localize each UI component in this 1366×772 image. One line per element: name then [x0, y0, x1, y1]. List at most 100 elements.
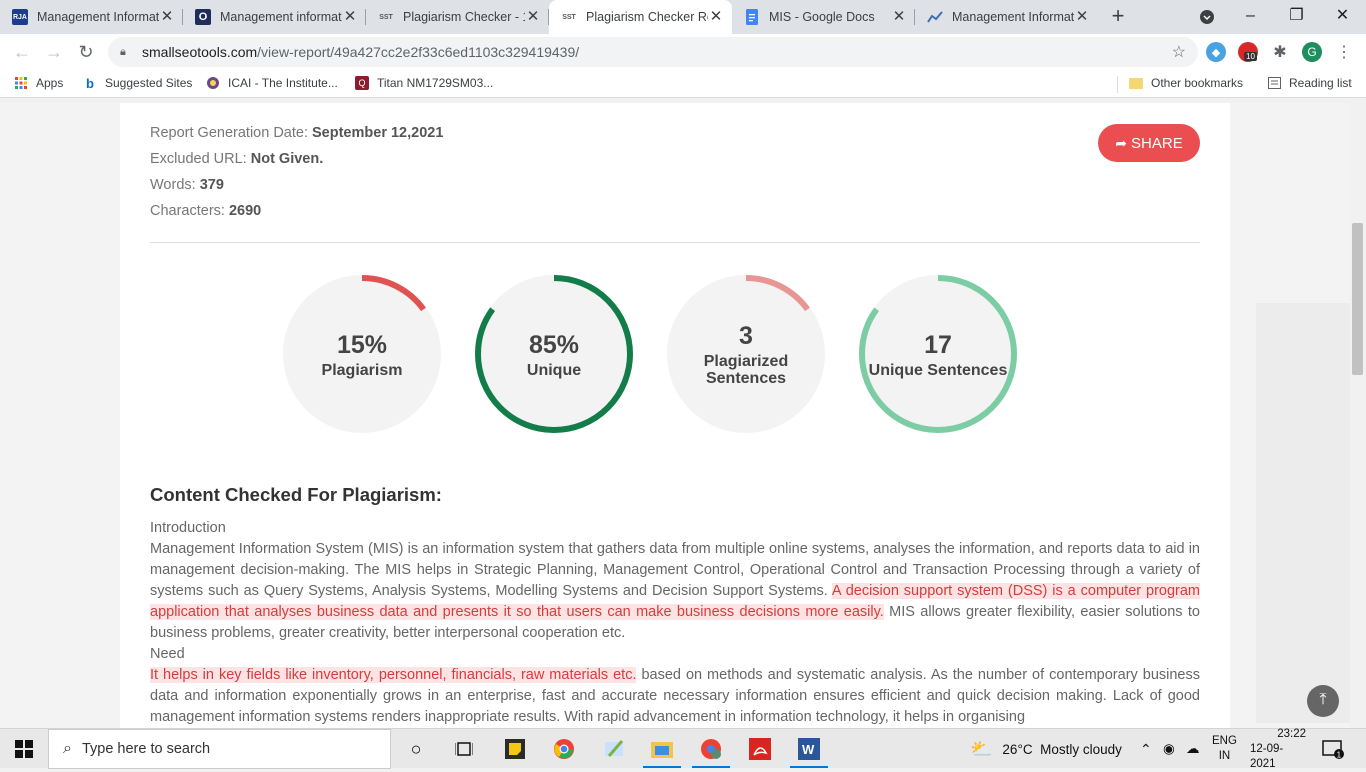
- tab-3[interactable]: SST Plagiarism Checker - 1 ✕: [366, 0, 549, 34]
- stat-value: 85%: [528, 330, 580, 359]
- tab-title: Management Informat: [37, 10, 159, 24]
- tab-5[interactable]: MIS - Google Docs ✕: [732, 0, 915, 34]
- sst-favicon-icon: SST: [562, 13, 576, 21]
- vertical-scrollbar[interactable]: [1350, 103, 1366, 728]
- close-icon[interactable]: ✕: [1074, 9, 1090, 25]
- stat-value: 3: [739, 322, 753, 350]
- reading-list[interactable]: Reading list: [1267, 76, 1352, 90]
- meet-icon[interactable]: ◉: [1163, 729, 1175, 769]
- menu-kebab-icon[interactable]: ⋮: [1334, 42, 1354, 62]
- excluded-url: Not Given.: [250, 151, 324, 167]
- windows-taskbar: ⌕ Type here to search ○ W ⛅ 26°C Mostly …: [0, 728, 1366, 770]
- tab-1[interactable]: RJA Management Informat ✕: [0, 0, 183, 34]
- icai-logo-icon: [206, 76, 220, 90]
- stat-label: Plagiarized Sentences: [703, 353, 789, 387]
- word-icon[interactable]: W: [797, 737, 821, 761]
- tab-4-active[interactable]: SST Plagiarism Checker Re ✕: [549, 0, 732, 34]
- content-heading: Content Checked For Plagiarism:: [150, 484, 442, 505]
- language-indicator[interactable]: ENG IN: [1212, 729, 1237, 769]
- reading-list-icon: [1267, 76, 1281, 90]
- browser-toolbar: ← → ↻ 🔒︎ smallseotools.com/view-report/4…: [0, 34, 1366, 70]
- restore-icon[interactable]: ❐: [1274, 0, 1319, 34]
- weather-widget[interactable]: ⛅ 26°C Mostly cloudy: [970, 729, 1122, 769]
- bookmark-apps[interactable]: Apps: [14, 76, 63, 90]
- onedrive-icon[interactable]: ☁: [1186, 729, 1200, 769]
- character-count: 2690: [228, 203, 262, 219]
- share-button[interactable]: ➦ SHARE: [1098, 124, 1200, 162]
- rja-favicon-icon: RJA: [12, 9, 28, 25]
- tab-2[interactable]: O Management informat ✕: [183, 0, 366, 34]
- bookmark-suggested-sites[interactable]: b Suggested Sites: [83, 75, 192, 91]
- bookmark-titan[interactable]: Q Titan NM1729SM03...: [355, 76, 493, 90]
- acrobat-icon[interactable]: [748, 737, 772, 761]
- extension-badge: 10: [1244, 52, 1257, 61]
- bing-icon: b: [86, 75, 94, 91]
- url-host: smallseotools.com: [142, 44, 258, 60]
- file-explorer-icon[interactable]: [650, 737, 674, 761]
- minimize-icon[interactable]: –: [1228, 0, 1273, 34]
- bookmark-label: ICAI - The Institute...: [228, 76, 338, 90]
- search-icon: ⌕: [63, 740, 72, 757]
- bookmark-icai[interactable]: ICAI - The Institute...: [206, 76, 338, 90]
- tray-overflow-icon[interactable]: ⌃: [1140, 729, 1152, 769]
- sticky-notes-icon[interactable]: [503, 737, 527, 761]
- tab-title: Management informat: [220, 10, 342, 24]
- back-icon[interactable]: ←: [8, 38, 36, 66]
- tab-6[interactable]: Management Informat ✕: [915, 0, 1098, 34]
- bookmark-star-icon[interactable]: ☆: [1172, 42, 1186, 62]
- extensions-puzzle-icon[interactable]: ✱: [1270, 42, 1290, 62]
- chrome-profile-icon[interactable]: [699, 737, 723, 761]
- paragraph-1: Management Information System (MIS) is a…: [150, 541, 1200, 641]
- close-icon[interactable]: ✕: [525, 9, 541, 25]
- paragraph-2: It helps in key fields like inventory, p…: [150, 667, 1200, 725]
- titan-logo-icon: Q: [355, 76, 369, 90]
- close-window-icon[interactable]: ✕: [1320, 0, 1365, 34]
- address-bar[interactable]: 🔒︎ smallseotools.com/view-report/49a427c…: [108, 37, 1198, 67]
- intro-heading: Introduction: [150, 520, 226, 536]
- stat-label: Unique: [526, 361, 582, 379]
- reload-icon[interactable]: ↻: [72, 38, 100, 66]
- bookmark-other[interactable]: Other bookmarks: [1129, 76, 1243, 90]
- excluded-url-row: Excluded URL: Not Given.: [150, 151, 324, 167]
- word-count: 379: [199, 177, 224, 193]
- new-tab-button[interactable]: +: [1102, 0, 1134, 34]
- tab-search-icon[interactable]: [1184, 0, 1229, 34]
- extension-adblock-icon[interactable]: 10: [1238, 42, 1258, 62]
- tab-title: Management Informat: [952, 10, 1074, 24]
- notification-center-icon[interactable]: 1: [1322, 729, 1344, 769]
- tab-title: MIS - Google Docs: [769, 10, 875, 24]
- chart-favicon-icon: [927, 9, 943, 25]
- windows-start-icon[interactable]: [0, 729, 48, 769]
- report-date-row: Report Generation Date: September 12,202…: [150, 125, 444, 141]
- unique-stat: 85% Unique: [473, 273, 635, 435]
- partly-cloudy-icon: ⛅: [970, 738, 993, 759]
- cortana-icon[interactable]: ○: [404, 737, 428, 761]
- bookmark-divider: [1117, 76, 1118, 93]
- words-row: Words: 379: [150, 177, 224, 193]
- taskbar-search[interactable]: ⌕ Type here to search: [48, 729, 391, 769]
- chrome-icon[interactable]: [552, 737, 576, 761]
- close-icon[interactable]: ✕: [891, 9, 907, 25]
- svg-text:1: 1: [1337, 751, 1342, 760]
- docs-icon: [744, 9, 760, 25]
- need-heading: Need: [150, 646, 185, 662]
- forward-icon[interactable]: →: [40, 38, 68, 66]
- plagiarized-sentence[interactable]: It helps in key fields like inventory, p…: [150, 667, 637, 683]
- share-icon: ➦: [1115, 134, 1128, 151]
- stat-value: 15%: [336, 330, 388, 359]
- apps-grid-icon: [14, 76, 28, 90]
- task-view-icon[interactable]: [452, 737, 476, 761]
- temperature: 26°C: [1002, 741, 1033, 757]
- close-icon[interactable]: ✕: [342, 9, 358, 25]
- close-icon[interactable]: ✕: [708, 9, 724, 25]
- extension-drop-icon[interactable]: ◆: [1206, 42, 1226, 62]
- bookmark-label: Apps: [36, 76, 64, 90]
- profile-avatar[interactable]: G: [1302, 42, 1322, 62]
- clock[interactable]: 23:22 12-09-2021: [1250, 728, 1306, 770]
- folder-icon: [1129, 76, 1143, 90]
- paint-icon[interactable]: [602, 737, 626, 761]
- close-icon[interactable]: ✕: [159, 9, 175, 25]
- unique-sentences-stat: 17 Unique Sentences: [857, 273, 1019, 435]
- scroll-to-top-button[interactable]: ⤒: [1307, 685, 1339, 717]
- scrollbar-thumb[interactable]: [1352, 223, 1363, 375]
